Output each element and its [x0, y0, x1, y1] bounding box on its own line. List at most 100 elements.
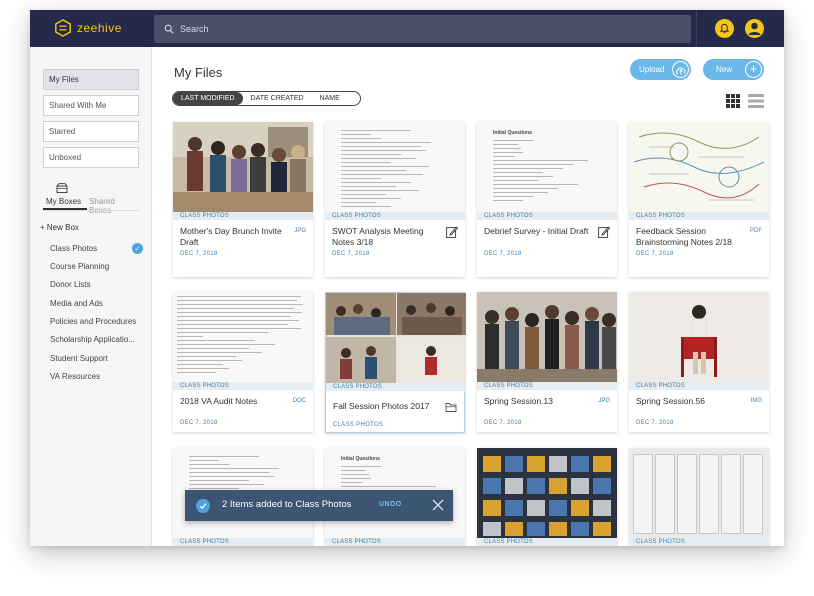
category-label: CLASS PHOTOS: [477, 382, 617, 390]
box-icon: [56, 183, 68, 193]
edit-document-icon[interactable]: [446, 226, 458, 238]
photo-thumbnail: [173, 122, 313, 212]
tab-my-boxes[interactable]: My Boxes: [46, 197, 81, 206]
sidebar-item-my-files[interactable]: My Files: [43, 69, 139, 90]
search-icon: [164, 24, 174, 34]
category-label: CLASS PHOTOS: [477, 538, 617, 546]
file-date: DEC 7, 2018: [484, 251, 522, 257]
sidebar-item-class-photos[interactable]: Class Photos: [50, 244, 97, 253]
file-name: 2018 VA Audit Notes: [180, 396, 258, 406]
sidebar-item-donor-lists[interactable]: Donor Lists: [50, 280, 90, 289]
box-tabs: My Boxes Shared Boxes: [43, 183, 139, 215]
sidebar-item-unboxed[interactable]: Unboxed: [43, 147, 139, 168]
file-date: DEC 7, 2018: [332, 251, 370, 257]
sidebar-item-starred[interactable]: Starred: [43, 121, 139, 142]
divider: [43, 210, 139, 211]
cloud-upload-icon: [672, 61, 689, 78]
upload-button[interactable]: Upload: [630, 59, 691, 80]
doc-title: Initial Questions: [493, 130, 532, 136]
file-card[interactable]: CLASS PHOTOS SWOT Analysis Meeting Notes…: [325, 122, 465, 277]
logo[interactable]: zeehive: [54, 19, 122, 37]
file-card[interactable]: CLASS PHOTOS: [629, 448, 769, 546]
doc-title: Initial Questions: [341, 456, 380, 462]
sidebar-item-scholarship[interactable]: Scholarship Applicatio...: [50, 335, 135, 344]
search-placeholder: Search: [180, 24, 209, 34]
category-label: CLASS PHOTOS: [325, 538, 465, 546]
new-label: New: [716, 65, 733, 74]
file-type: JPG: [598, 398, 610, 404]
edit-document-icon[interactable]: [598, 226, 610, 238]
file-card[interactable]: CLASS PHOTOS Feedback Session Brainstorm…: [629, 122, 769, 277]
file-name: SWOT Analysis Meeting Notes 3/18: [332, 226, 424, 247]
toast-message: 2 Items added to Class Photos: [222, 499, 352, 510]
hexagon-logo-icon: [55, 19, 71, 37]
file-card[interactable]: CLASS PHOTOS 2018 VA Audit Notes DOC DEC…: [173, 292, 313, 432]
file-card[interactable]: CLASS PHOTOS Spring Session.13 JPG DEC 7…: [477, 292, 617, 432]
close-icon[interactable]: [431, 498, 445, 512]
file-card-selected[interactable]: CLASS PHOTOS Fall Session Photos 2017 CL…: [325, 292, 466, 433]
new-button[interactable]: New +: [703, 59, 764, 80]
sidebar-item-shared-with-me[interactable]: Shared With Me: [43, 95, 139, 116]
file-name: Mother's Day Brunch Invite Draft: [180, 226, 282, 247]
divider: [696, 10, 697, 47]
file-date: DEC 7, 2018: [636, 251, 674, 257]
file-date: DEC 7, 2018: [636, 420, 674, 426]
category-label: CLASS PHOTOS: [629, 538, 769, 546]
file-date: DEC 7, 2018: [484, 420, 522, 426]
sidebar-item-media-and-ads[interactable]: Media and Ads: [50, 299, 103, 308]
new-box-button[interactable]: + New Box: [40, 223, 79, 232]
file-type: JPG: [294, 228, 306, 234]
notifications-button[interactable]: [715, 19, 734, 38]
main-content: My Files Upload New + LAST MODIFIED DATE…: [152, 47, 784, 546]
file-date: DEC 7, 2018: [180, 420, 218, 426]
category-label: CLASS PHOTOS: [629, 212, 769, 220]
sidebar-item-policies[interactable]: Policies and Procedures: [50, 317, 136, 326]
photo-thumbnail: [477, 292, 617, 382]
file-type: IMG: [750, 398, 762, 404]
sidebar-item-student-support[interactable]: Student Support: [50, 354, 108, 363]
bell-icon: [719, 23, 730, 34]
sort-date-created[interactable]: DATE CREATED: [243, 92, 312, 105]
file-type: DOC: [292, 398, 306, 404]
file-name: Spring Session.56: [636, 396, 705, 406]
tab-shared-boxes[interactable]: Shared Boxes: [89, 197, 139, 215]
logo-text: zeehive: [77, 21, 122, 35]
file-date: CLASS PHOTOS: [333, 422, 384, 428]
category-label: CLASS PHOTOS: [173, 212, 313, 220]
page-title: My Files: [174, 65, 223, 80]
sort-name[interactable]: NAME: [312, 92, 348, 105]
folder-thumbnail: [326, 293, 466, 383]
file-type: PDF: [750, 228, 762, 234]
file-card[interactable]: CLASS PHOTOS Spring Session.56 IMG DEC 7…: [629, 292, 769, 432]
document-thumbnail: [173, 292, 313, 382]
search-input[interactable]: Search: [154, 15, 691, 43]
category-label: CLASS PHOTOS: [173, 382, 313, 390]
category-label: CLASS PHOTOS: [325, 212, 465, 220]
sidebar-item-course-planning[interactable]: Course Planning: [50, 262, 109, 271]
file-card[interactable]: CLASS PHOTOS Mother's Day Brunch Invite …: [173, 122, 313, 277]
list-view-icon[interactable]: [748, 94, 764, 108]
sidebar-item-va-resources[interactable]: VA Resources: [50, 372, 100, 381]
check-icon: [196, 499, 210, 513]
sort-bar: LAST MODIFIED DATE CREATED NAME: [172, 91, 361, 106]
undo-button[interactable]: UNDO: [379, 501, 402, 508]
grid-view-icon[interactable]: [726, 94, 740, 108]
file-name: Debrief Survey - Initial Draft: [484, 226, 589, 236]
file-card[interactable]: CLASS PHOTOS: [477, 448, 617, 546]
document-thumbnail: [325, 122, 465, 212]
user-icon: [748, 22, 761, 35]
file-card[interactable]: Initial Questions CLASS PHOTOS Debrief S…: [477, 122, 617, 277]
photo-thumbnail: [629, 448, 769, 538]
notes-thumbnail: [629, 122, 769, 212]
file-date: DEC 7, 2018: [180, 251, 218, 257]
category-label: CLASS PHOTOS: [326, 383, 466, 391]
upload-label: Upload: [639, 65, 665, 74]
folder-icon[interactable]: [445, 401, 457, 413]
file-name: Fall Session Photos 2017: [333, 401, 430, 411]
sort-last-modified[interactable]: LAST MODIFIED: [173, 92, 243, 105]
toast-notification: 2 Items added to Class Photos UNDO: [185, 490, 453, 521]
photo-thumbnail: [629, 292, 769, 382]
avatar[interactable]: [745, 19, 764, 38]
top-bar: zeehive Search: [30, 10, 784, 47]
document-thumbnail: Initial Questions: [477, 122, 617, 212]
